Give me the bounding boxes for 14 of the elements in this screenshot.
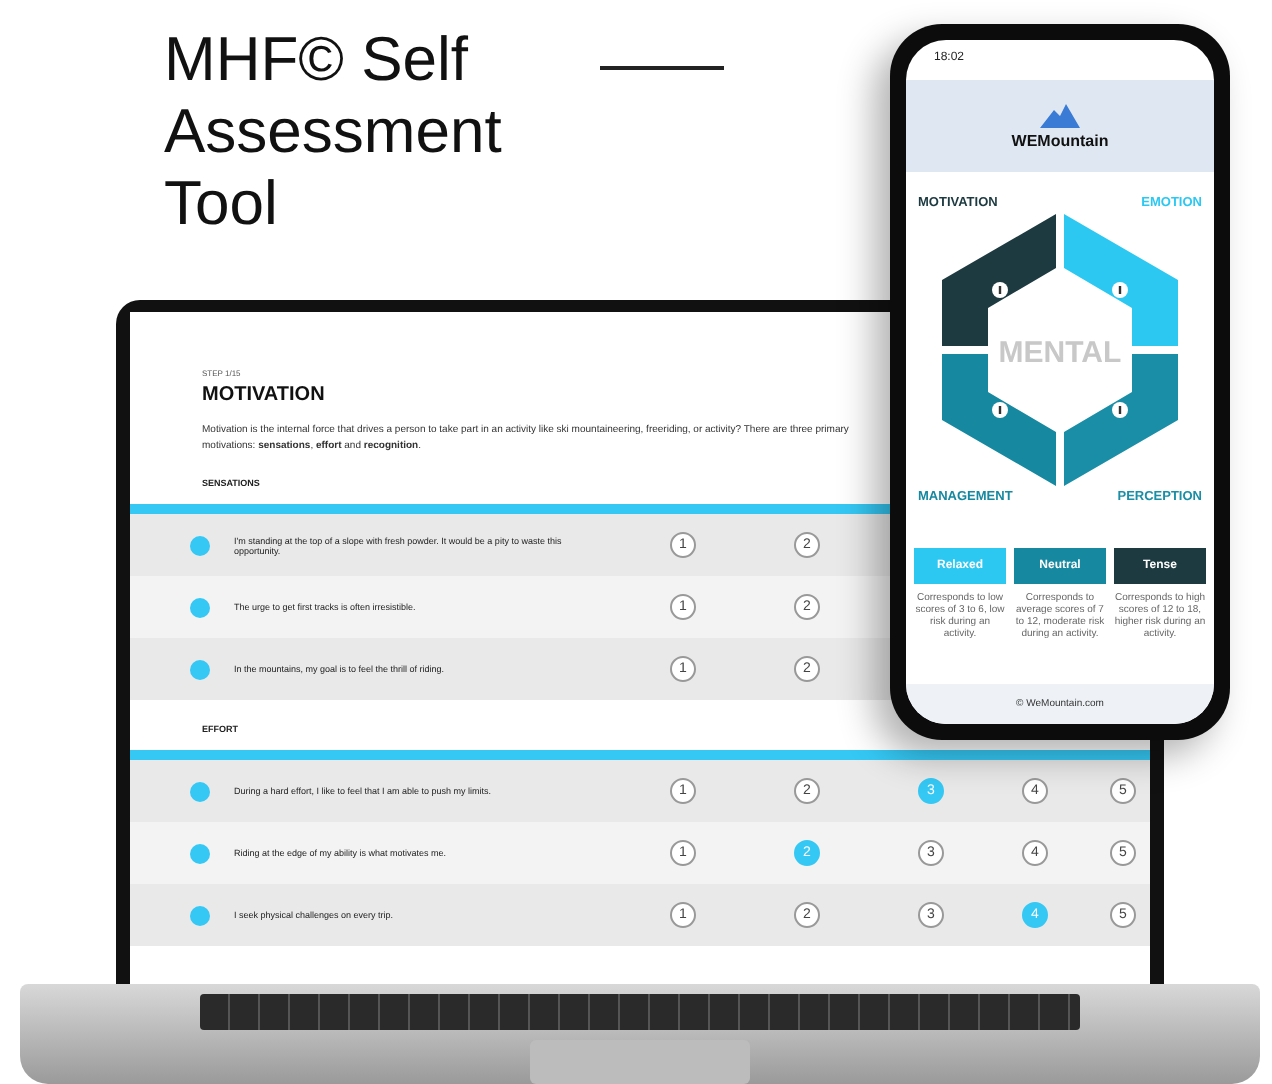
bullet-dot (190, 535, 210, 555)
headline: MHF© Self Assessment Tool (164, 24, 504, 240)
bullet-dot (190, 843, 210, 863)
bullet-dot (190, 905, 210, 925)
info-icon[interactable] (992, 402, 1008, 418)
bullet-dot (190, 781, 210, 801)
info-icon[interactable] (1112, 402, 1128, 418)
brand-name: WEMountain (1011, 131, 1109, 149)
mountain-logo-icon (1040, 103, 1080, 127)
bullet-dot (190, 597, 210, 617)
info-icon[interactable] (992, 282, 1008, 298)
info-icon[interactable] (1112, 282, 1128, 298)
page-title: MOTIVATION (202, 384, 325, 406)
bullet-dot (190, 659, 210, 679)
